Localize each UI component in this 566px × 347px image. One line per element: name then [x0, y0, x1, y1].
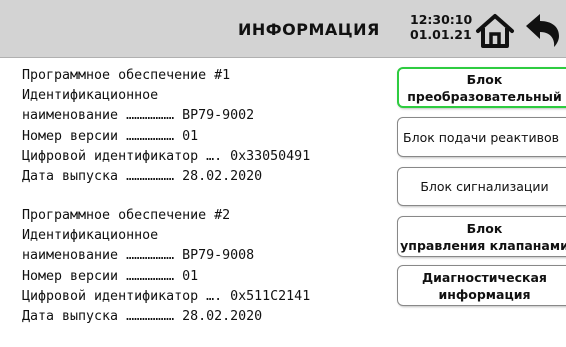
header-bar: ИНФОРМАЦИЯ 12:30:10 01.01.21 [0, 0, 566, 58]
release-label: Дата выпуска ……………… [22, 309, 183, 325]
reagent-block-button[interactable]: Блок подачи реактивов [397, 117, 566, 157]
converter-block-button[interactable]: Блок преобразовательный [397, 67, 566, 108]
name-value: ВР79-9002 [182, 108, 255, 124]
home-button[interactable] [475, 13, 515, 49]
software-title: Программное обеспечение #1 [22, 68, 231, 83]
clock-date: 01.01.21 [410, 27, 472, 42]
datetime-display: 12:30:10 01.01.21 [410, 12, 472, 42]
digital-id-label: Цифровой идентификатор …. [22, 148, 231, 164]
version-value: 01 [182, 268, 199, 284]
name-label-line1: Идентификационное [22, 228, 159, 244]
page-title: ИНФОРМАЦИЯ [238, 20, 380, 39]
version-label: Номер версии ……………… [22, 268, 183, 284]
name-label-line2: наименование ……………… [22, 108, 183, 124]
digital-id-value: 0x33050491 [230, 148, 311, 164]
software-title: Программное обеспечение #2 [22, 208, 231, 223]
release-value: 28.02.2020 [182, 309, 263, 325]
release-label: Дата выпуска ……………… [22, 169, 183, 185]
alarm-block-button[interactable]: Блок сигнализации [397, 167, 566, 206]
name-label-line2: наименование ……………… [22, 248, 183, 264]
digital-id-label: Цифровой идентификатор …. [22, 288, 231, 304]
software-info-2: Программное обеспечение #2 Идентификацио… [22, 206, 310, 327]
software-info-1: Программное обеспечение #1 Идентификацио… [22, 66, 310, 187]
home-icon [476, 14, 514, 48]
name-value: ВР79-9008 [182, 248, 255, 264]
release-value: 28.02.2020 [182, 169, 263, 185]
diagnostics-button[interactable]: Диагностическая информация [397, 265, 566, 306]
valve-block-button[interactable]: Блок управления клапанами [397, 216, 566, 257]
clock-time: 12:30:10 [410, 12, 473, 27]
back-button[interactable] [524, 13, 562, 47]
back-arrow-icon [526, 14, 559, 47]
digital-id-value: 0x511C2141 [230, 288, 311, 304]
name-label-line1: Идентификационное [22, 88, 159, 104]
version-label: Номер версии ……………… [22, 128, 183, 144]
version-value: 01 [182, 128, 199, 144]
